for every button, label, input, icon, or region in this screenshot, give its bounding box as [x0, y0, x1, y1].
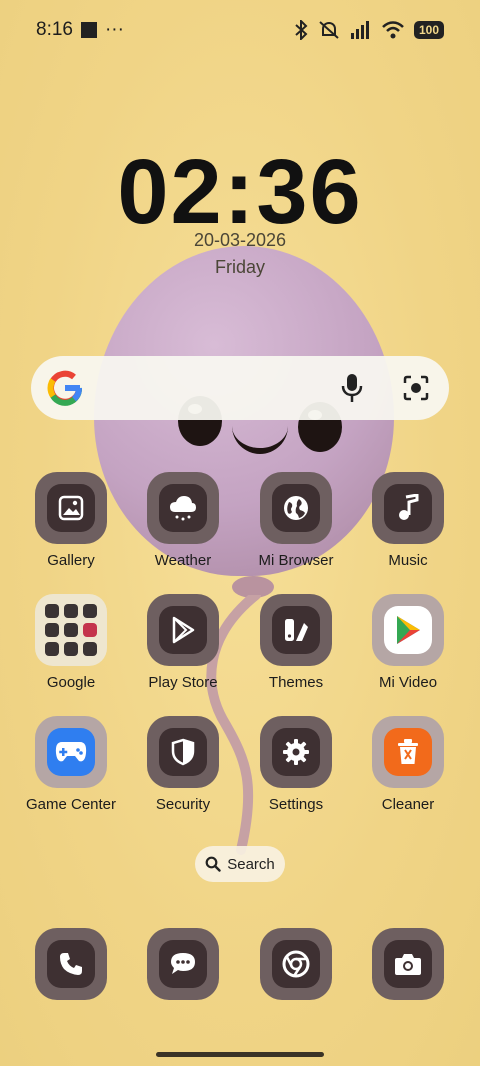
google-folder-icon[interactable]	[35, 594, 107, 666]
app-security[interactable]: Security	[127, 716, 239, 813]
themes-icon	[285, 619, 308, 641]
music-note-icon	[399, 494, 419, 520]
app-label: Google	[46, 674, 96, 691]
camera-app-icon[interactable]	[372, 928, 444, 1000]
weather-cloud-icon	[170, 496, 196, 521]
security-app-icon[interactable]	[147, 716, 219, 788]
trash-icon	[398, 739, 418, 764]
app-search-label: Search	[227, 855, 275, 873]
mic-icon[interactable]	[341, 373, 363, 403]
more-notifications-icon: ···	[104, 19, 124, 40]
cleaner-app-icon[interactable]	[372, 716, 444, 788]
messages-app-icon[interactable]	[147, 928, 219, 1000]
mi-video-app-icon[interactable]	[372, 594, 444, 666]
phone-app-icon[interactable]	[35, 928, 107, 1000]
gamepad-icon	[55, 742, 87, 762]
gallery-icon	[58, 495, 84, 521]
app-label: Weather	[154, 552, 212, 569]
app-label: Gallery	[47, 552, 95, 569]
chrome-icon	[282, 950, 310, 978]
themes-app-icon[interactable]	[260, 594, 332, 666]
app-mi-video[interactable]: Mi Video	[352, 594, 464, 691]
chrome-app-icon[interactable]	[260, 928, 332, 1000]
app-label: Mi Browser	[258, 552, 334, 569]
bluetooth-icon	[295, 20, 308, 40]
dock-messages[interactable]	[147, 928, 219, 1000]
clock-day: Friday	[214, 257, 265, 277]
app-label: Security	[155, 796, 211, 813]
home-indicator[interactable]	[156, 1052, 324, 1057]
gallery-app-icon[interactable]	[35, 472, 107, 544]
app-search-button[interactable]: Search	[195, 846, 285, 882]
app-label: Game Center	[25, 796, 117, 813]
app-gallery[interactable]: Gallery	[15, 472, 127, 569]
dock-chrome[interactable]	[260, 928, 332, 1000]
app-cleaner[interactable]: Cleaner	[352, 716, 464, 813]
silent-icon	[319, 21, 339, 39]
messages-icon	[171, 953, 195, 974]
battery-icon: 100	[413, 21, 444, 39]
app-folder-google[interactable]: Google	[15, 594, 127, 691]
wifi-icon	[382, 21, 404, 39]
notification-icon	[80, 22, 97, 38]
play-store-icon	[172, 616, 195, 644]
search-icon	[205, 856, 221, 872]
music-app-icon[interactable]	[372, 472, 444, 544]
app-mi-browser[interactable]: Mi Browser	[240, 472, 352, 569]
app-label: Mi Video	[378, 674, 438, 691]
app-play-store[interactable]: Play Store	[127, 594, 239, 691]
weather-app-icon[interactable]	[147, 472, 219, 544]
app-label: Settings	[268, 796, 324, 813]
settings-app-icon[interactable]	[260, 716, 332, 788]
mi-video-play-icon	[397, 616, 420, 644]
status-time: 8:16	[36, 19, 73, 40]
game-center-app-icon[interactable]	[35, 716, 107, 788]
app-label: Music	[388, 552, 428, 569]
dock-phone[interactable]	[35, 928, 107, 1000]
app-settings[interactable]: Settings	[240, 716, 352, 813]
app-label: Themes	[268, 674, 324, 691]
google-logo-icon	[47, 370, 82, 406]
app-label: Cleaner	[381, 796, 435, 813]
phone-icon	[60, 953, 82, 975]
app-game-center[interactable]: Game Center	[15, 716, 127, 813]
signal-icon	[350, 21, 369, 39]
shield-icon	[171, 738, 195, 766]
dock-camera[interactable]	[372, 928, 444, 1000]
app-weather[interactable]: Weather	[127, 472, 239, 569]
gear-icon	[283, 739, 309, 765]
status-bar: 8:16 ··· 100	[0, 0, 480, 60]
lens-icon[interactable]	[403, 375, 429, 401]
play-store-app-icon[interactable]	[147, 594, 219, 666]
clock-date: 20-03-2026	[193, 230, 287, 250]
app-themes[interactable]: Themes	[240, 594, 352, 691]
camera-icon	[395, 954, 421, 975]
mi-browser-app-icon[interactable]	[260, 472, 332, 544]
globe-icon	[284, 496, 308, 520]
google-search-bar[interactable]	[31, 356, 449, 420]
app-label: Play Store	[148, 674, 218, 691]
app-music[interactable]: Music	[352, 472, 464, 569]
